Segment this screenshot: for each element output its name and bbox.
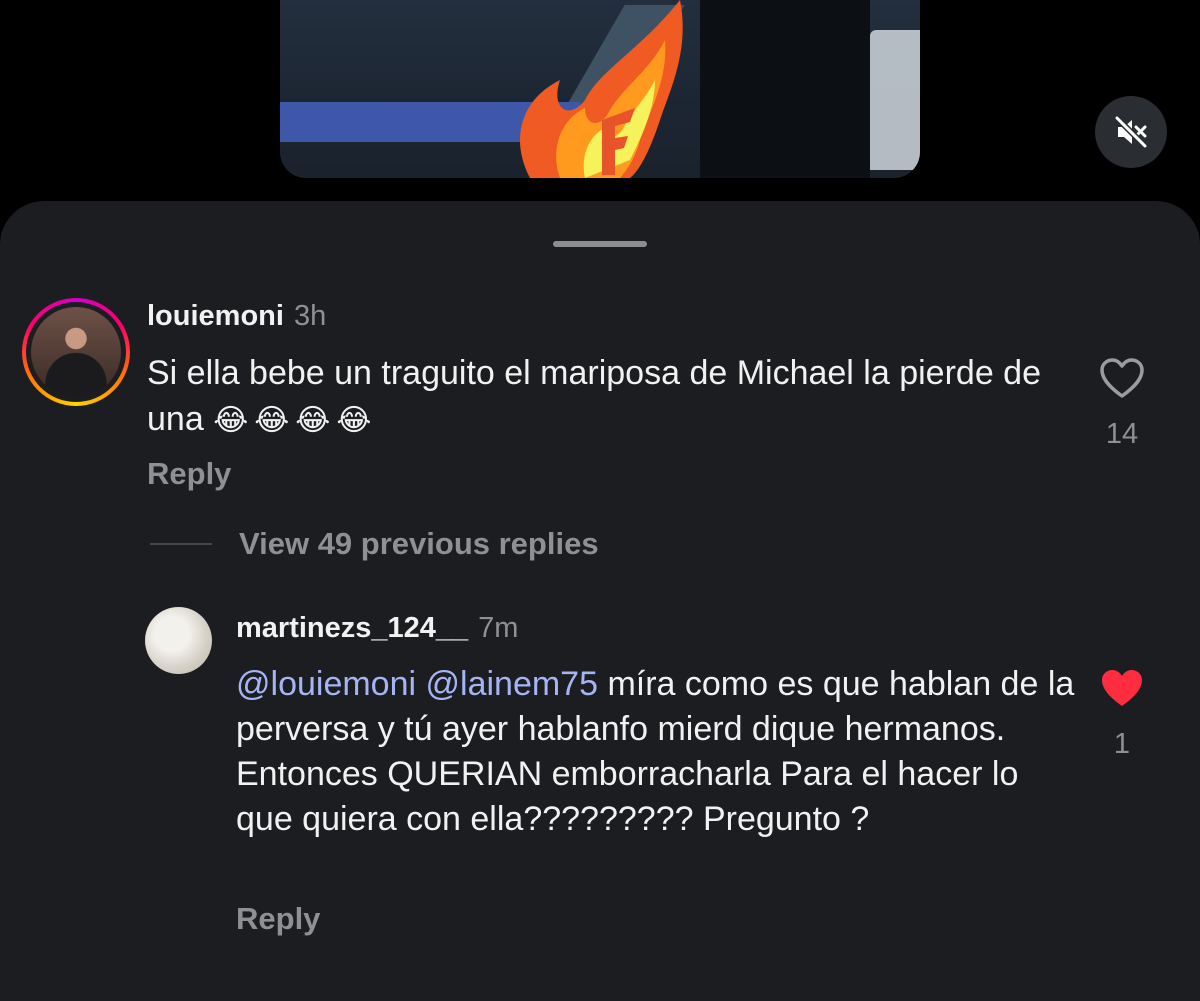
flame-logo-icon [520,0,683,178]
heart-outline-icon[interactable] [1098,356,1146,400]
comment-header: louiemoni 3h [147,300,326,333]
speaker-muted-icon [1114,115,1148,149]
avatar [31,307,121,397]
mute-button[interactable] [1095,96,1167,168]
comment-time: 7m [478,612,519,644]
comment-text: Si ella bebe un traguito el mariposa de … [147,350,1067,444]
comment-header: martinezs_124__ 7m [236,612,518,645]
comment-username[interactable]: martinezs_124__ [236,612,468,644]
heart-filled-icon[interactable] [1098,666,1146,710]
mention-link[interactable]: @louiemoni [236,665,416,703]
like-count: 1 [1113,728,1131,760]
like-column: 1 [1092,666,1152,761]
reply-button[interactable]: Reply [236,901,320,937]
divider [150,543,212,545]
comment-time: 3h [293,300,327,332]
avatar[interactable] [145,607,212,674]
view-replies-label: View 49 previous replies [239,526,599,561]
mention-link[interactable]: @lainem75 [426,665,599,703]
video-scene-cup [870,30,920,170]
like-count: 14 [1105,418,1139,450]
view-replies-toggle[interactable]: View 49 previous replies [150,526,599,562]
comment-username[interactable]: louiemoni [147,300,284,332]
like-column: 14 [1092,356,1152,451]
video-scene-shadow [700,0,870,178]
comment-emojis: 😂😂😂😂 [213,404,378,437]
sheet-drag-handle[interactable] [553,241,647,247]
reply-button[interactable]: Reply [147,456,231,492]
comment-text: @louiemoni @lainem75 míra como es que ha… [236,662,1076,842]
comments-sheet: louiemoni 3h Si ella bebe un traguito el … [0,201,1200,1001]
avatar-story-ring[interactable] [22,298,130,406]
video-thumbnail[interactable] [280,0,920,178]
